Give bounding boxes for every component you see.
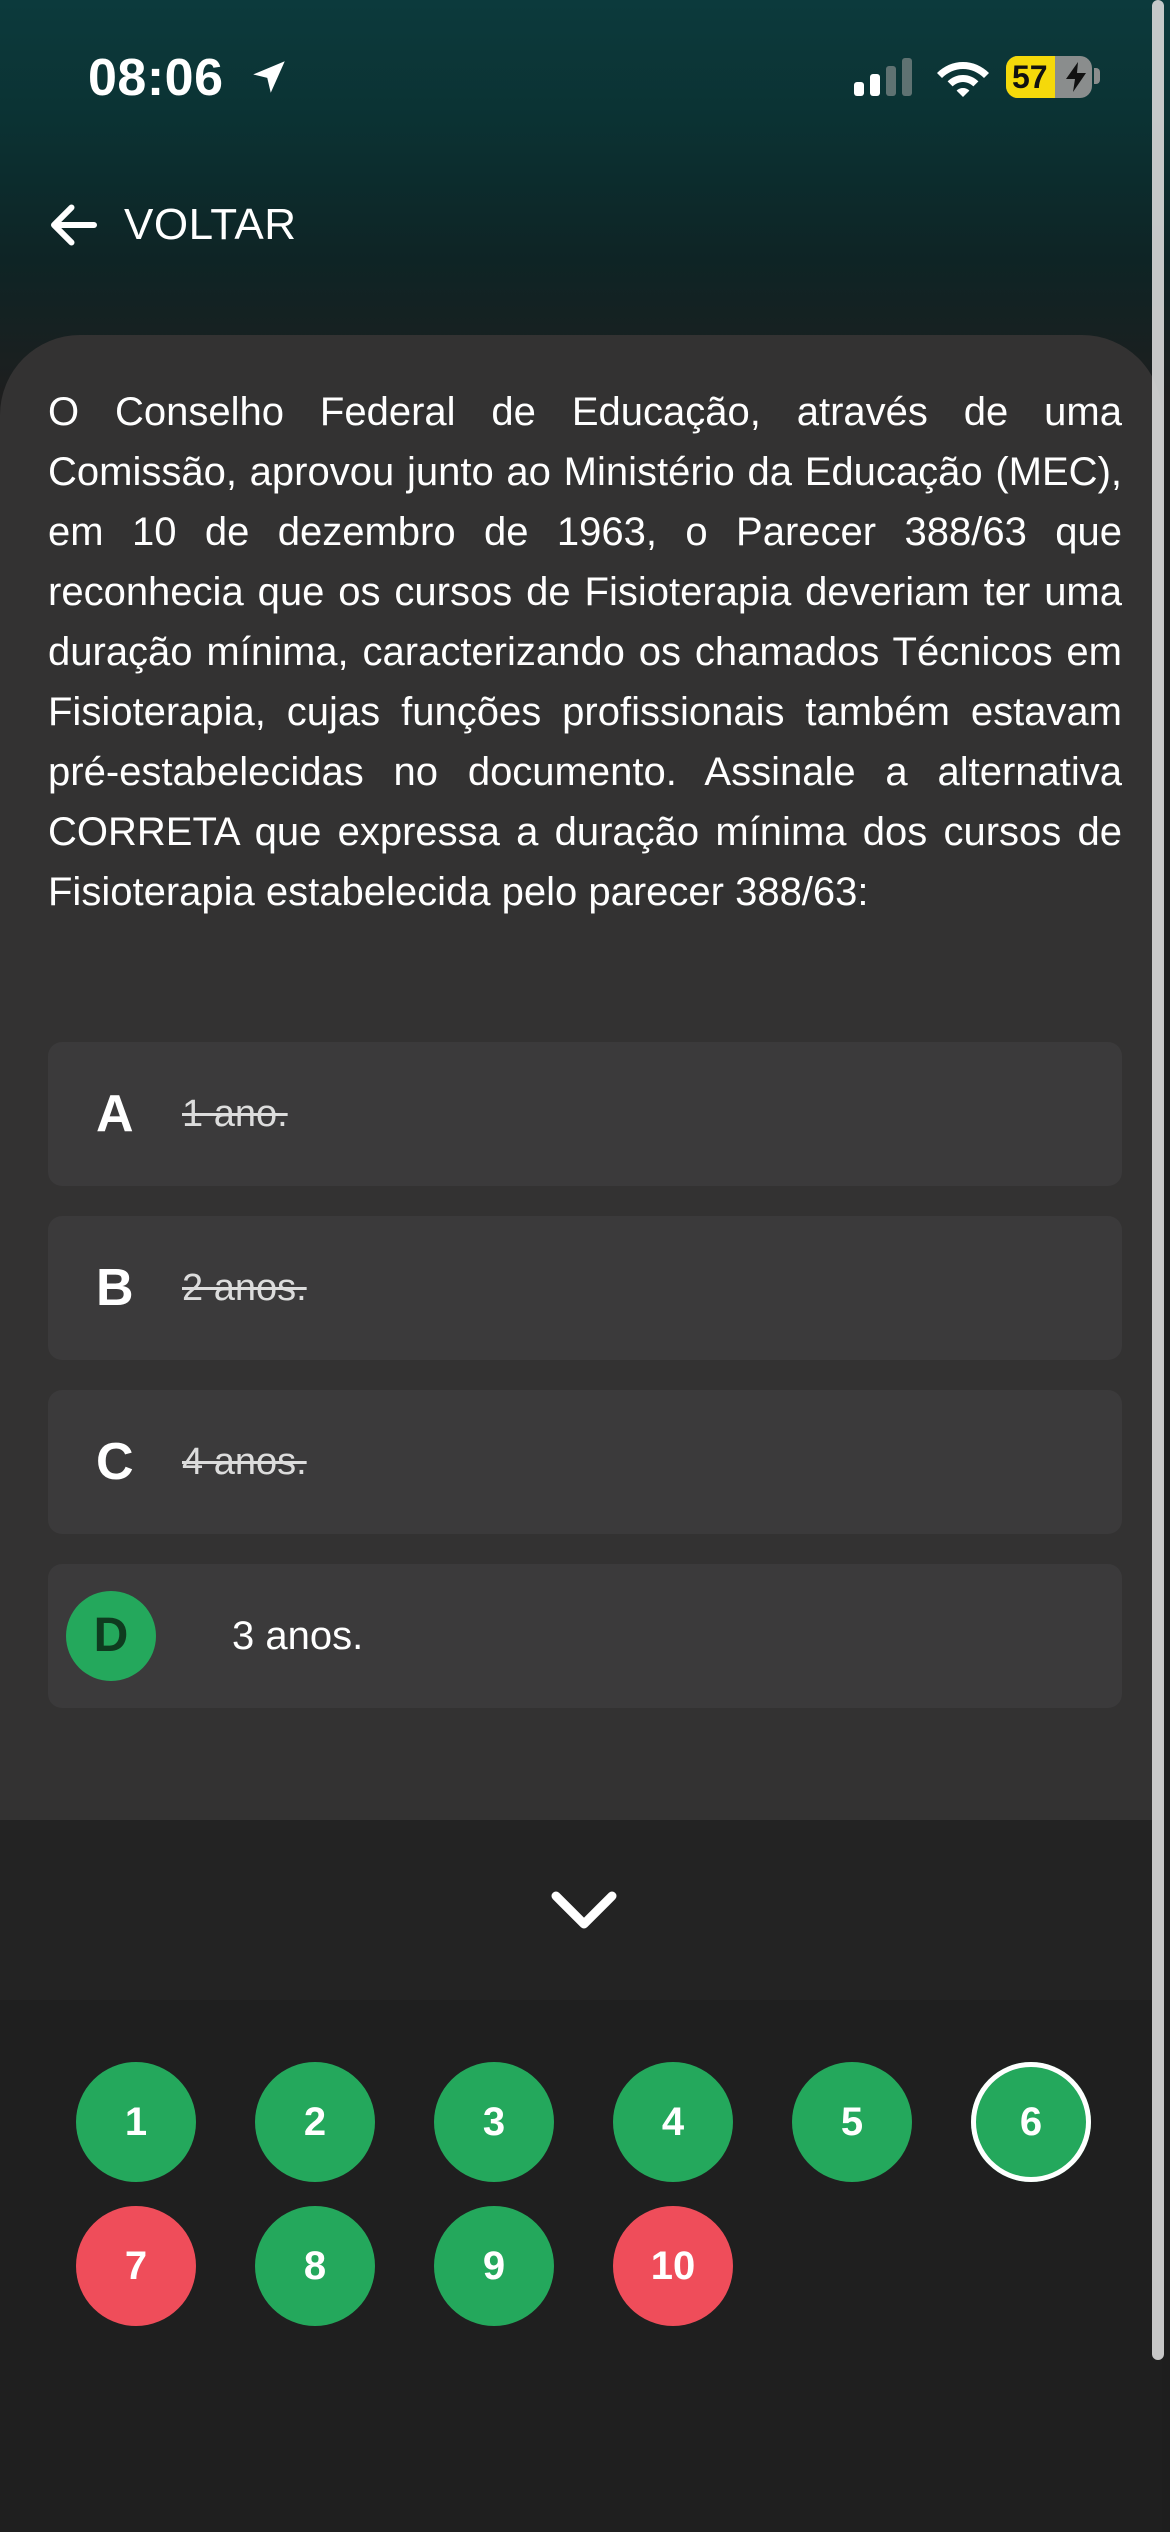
option-letter: C (96, 1433, 134, 1491)
collapse-navigator-button[interactable] (0, 1820, 1162, 2000)
question-nav-8[interactable]: 8 (255, 2206, 375, 2326)
question-nav-4[interactable]: 4 (613, 2062, 733, 2182)
cellular-signal-icon (854, 58, 912, 96)
question-nav-5[interactable]: 5 (792, 2062, 912, 2182)
status-time: 08:06 (88, 49, 224, 107)
option-c[interactable]: C 4 anos. (48, 1390, 1122, 1534)
question-nav-10[interactable]: 10 (613, 2206, 733, 2326)
bolt-icon (1066, 62, 1086, 92)
option-text: 1 ano. (182, 1093, 288, 1135)
question-nav-3[interactable]: 3 (434, 2062, 554, 2182)
status-bar: 08:06 57 (0, 0, 1170, 150)
option-letter-correct-badge: D (66, 1591, 156, 1681)
question-nav-7[interactable]: 7 (76, 2206, 196, 2326)
question-nav-6-current[interactable]: 6 (971, 2062, 1091, 2182)
option-letter: A (96, 1085, 134, 1143)
battery-charging-icon: 57 (1006, 56, 1092, 98)
question-text: O Conselho Federal de Educação, através … (48, 390, 1122, 914)
option-letter: B (96, 1259, 134, 1317)
option-text: 4 anos. (182, 1441, 307, 1483)
chevron-down-icon (551, 1891, 617, 1929)
quiz-screen: 08:06 57 VOLTAR O Conselho Federal de Ed… (0, 0, 1170, 2532)
option-text: 2 anos. (182, 1267, 307, 1309)
battery-cap (1094, 68, 1100, 84)
scrollbar[interactable] (1152, 0, 1164, 2360)
question-navigator-panel: 1 2 3 4 5 6 7 8 9 10 (0, 1820, 1162, 2532)
back-label: VOLTAR (124, 200, 297, 249)
option-text: 3 anos. (232, 1614, 364, 1658)
arrow-left-icon (51, 204, 97, 246)
question-nav-9[interactable]: 9 (434, 2206, 554, 2326)
option-d[interactable]: D 3 anos. (48, 1564, 1122, 1708)
back-button[interactable]: VOLTAR (44, 190, 297, 260)
question-nav-1[interactable]: 1 (76, 2062, 196, 2182)
wifi-icon (937, 62, 989, 97)
option-b[interactable]: B 2 anos. (48, 1216, 1122, 1360)
question-nav-2[interactable]: 2 (255, 2062, 375, 2182)
option-a[interactable]: A 1 ano. (48, 1042, 1122, 1186)
location-arrow-icon (253, 61, 285, 93)
